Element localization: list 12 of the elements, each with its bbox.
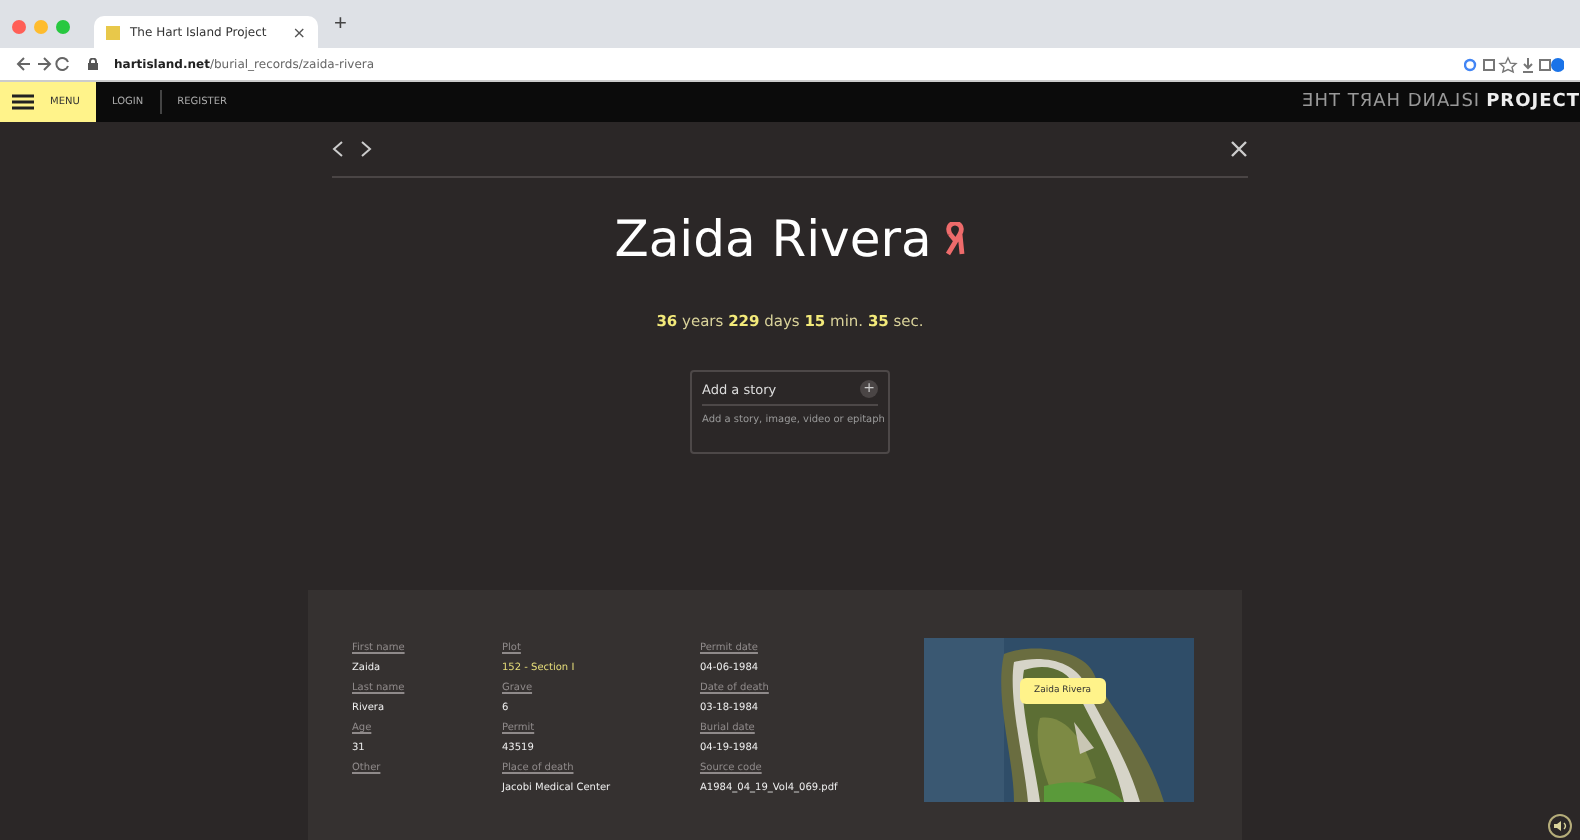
ribbon-icon (943, 222, 966, 256)
speaker-icon (1553, 820, 1567, 832)
browser-toolbar-icons[interactable] (1464, 55, 1564, 73)
new-tab-button[interactable]: + (334, 12, 347, 36)
hamburger-menu-icon (12, 94, 34, 110)
lock-icon (88, 58, 98, 70)
sound-button[interactable] (1548, 814, 1572, 838)
close-tab-button[interactable]: × (292, 23, 306, 41)
person-name: Zaida Rivera (614, 210, 932, 268)
site-logo[interactable]: ƎHT TЯAH DИA⅃SI PROJECT (1302, 92, 1580, 112)
site-favicon-icon (106, 25, 120, 39)
navigation-arrows-icon[interactable] (16, 56, 72, 72)
